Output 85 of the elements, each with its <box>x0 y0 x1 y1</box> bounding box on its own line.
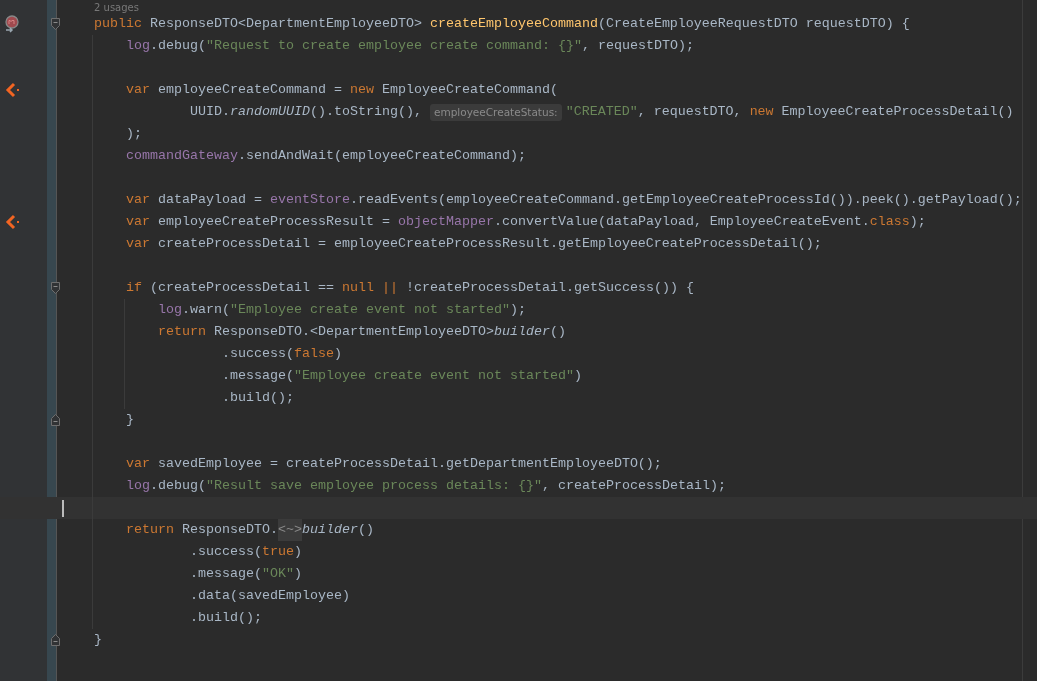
parameter-hint: employeeCreateStatus: <box>429 103 562 121</box>
code-text: } <box>93 631 102 649</box>
code-text: ResponseDTO. <box>180 521 278 539</box>
code-text: (CreateEmployeeRequestDTO requestDTO) { <box>597 15 910 33</box>
folded-region[interactable]: <~> <box>277 519 302 541</box>
keyword-token: public <box>93 15 142 33</box>
code-text: ) <box>293 543 302 561</box>
code-text: () <box>357 521 374 539</box>
keyword-token: null <box>341 279 374 297</box>
field-token: log <box>125 37 150 55</box>
static-call: builder <box>301 521 358 539</box>
code-text: .build(); <box>188 609 262 627</box>
code-text: employeeCreateCommand = <box>156 81 343 99</box>
method-name: createEmployeeCommand <box>429 15 598 33</box>
keyword-token: var <box>125 81 150 99</box>
code-text: .warn( <box>182 301 230 319</box>
code-text: employeeCreateProcessResult = <box>156 213 391 231</box>
field-token: eventStore <box>269 191 350 209</box>
field-token: log <box>156 301 182 319</box>
code-text: () <box>549 323 566 341</box>
code-text: .data(savedEmployee) <box>188 587 350 605</box>
fold-icon[interactable] <box>51 282 60 294</box>
code-text: ().toString(), <box>309 103 423 121</box>
keyword-token: var <box>125 191 150 209</box>
code-text: ResponseDTO<DepartmentEmployeeDTO> <box>148 15 423 33</box>
keyword-token: class <box>869 213 910 231</box>
code-text: !createProcessDetail.getSuccess()) { <box>404 279 694 297</box>
field-token: log <box>125 477 150 495</box>
code-text: (createProcessDetail == <box>148 279 335 297</box>
code-text: ) <box>573 367 582 385</box>
field-token: commandGateway <box>125 147 238 165</box>
keyword-token: if <box>125 279 142 297</box>
code-text: , createProcessDetail); <box>541 477 726 495</box>
keyword-token: new <box>749 103 774 121</box>
code-text: .convertValue(dataPayload, EmployeeCreateEvent. <box>493 213 870 231</box>
fold-icon[interactable] <box>51 414 60 426</box>
chevron-left-icon[interactable] <box>4 213 20 231</box>
code-text: .success( <box>220 345 294 363</box>
code-text: } <box>125 411 134 429</box>
code-text: .success( <box>188 543 262 561</box>
code-text: ) <box>333 345 342 363</box>
code-text: EmployeeCreateProcessDetail() <box>780 103 1014 121</box>
string-token: "Employee create event not started" <box>293 367 574 385</box>
keyword-token: var <box>125 455 150 473</box>
override-method-icon[interactable] <box>4 15 20 33</box>
keyword-token: var <box>125 235 150 253</box>
code-text: ); <box>125 125 142 143</box>
keyword-token: true <box>261 543 294 561</box>
code-text: , requestDTO); <box>581 37 694 55</box>
code-text: .readEvents(employeeCreateCommand.getEmployeeCreateProcessId()).peek().getPayload(); <box>349 191 1022 209</box>
code-text: ResponseDTO.<DepartmentEmployeeDTO> <box>212 323 494 341</box>
code-text: .debug( <box>150 477 206 495</box>
code-text: createProcessDetail = employeeCreateProcessResult.getEmployeeCreateProcessDetail(); <box>156 235 822 253</box>
code-text: ); <box>509 301 526 319</box>
usages-hint[interactable]: 2 usages <box>94 2 139 13</box>
code-text: .debug( <box>150 37 206 55</box>
code-text: ) <box>293 565 302 583</box>
code-text: dataPayload = <box>156 191 263 209</box>
code-text: .sendAndWait(employeeCreateCommand); <box>237 147 526 165</box>
code-text: EmployeeCreateCommand( <box>380 81 558 99</box>
string-token: "Request to create employee create command: {}" <box>206 37 582 55</box>
code-text: savedEmployee = createProcessDetail.getDepartmentEmployeeDTO(); <box>156 455 662 473</box>
keyword-token: return <box>156 323 206 341</box>
static-call: builder <box>493 323 550 341</box>
string-token: "Result save employee process details: {}" <box>206 477 542 495</box>
string-token: "CREATED" <box>565 103 638 121</box>
code-text: UUID. <box>188 103 230 121</box>
keyword-token: false <box>293 345 334 363</box>
keyword-token: || <box>380 279 398 297</box>
keyword-token: return <box>125 521 174 539</box>
code-text: .message( <box>188 565 262 583</box>
code-text: , requestDTO, <box>637 103 743 121</box>
keyword-token: new <box>349 81 374 99</box>
text-caret <box>62 499 64 517</box>
string-token: "OK" <box>261 565 294 583</box>
string-token: "Employee create event not started" <box>230 301 510 319</box>
fold-icon[interactable] <box>51 18 60 30</box>
static-call: randomUUID <box>229 103 310 121</box>
keyword-token: var <box>125 213 150 231</box>
field-token: objectMapper <box>397 213 494 231</box>
code-text: .message( <box>220 367 294 385</box>
code-text: ); <box>909 213 926 231</box>
code-text: .build(); <box>220 389 294 407</box>
fold-icon[interactable] <box>51 634 60 646</box>
chevron-left-icon[interactable] <box>4 81 20 99</box>
